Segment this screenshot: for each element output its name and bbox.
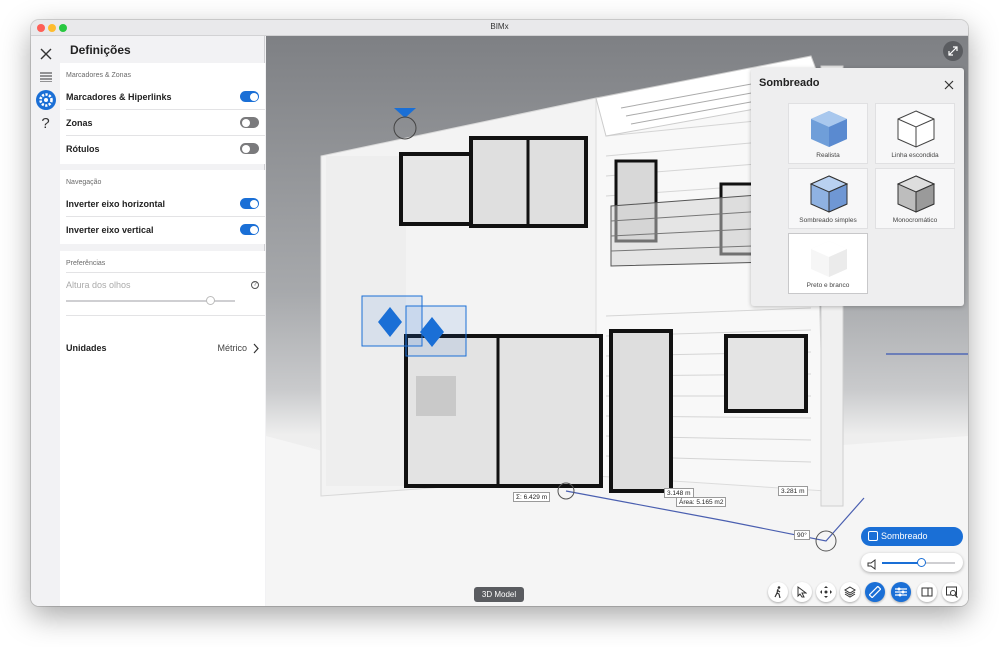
page-title: Definições <box>70 43 131 57</box>
shading-title: Sombreado <box>759 77 820 89</box>
units-label: Unidades <box>66 343 107 353</box>
search-button[interactable] <box>942 582 962 602</box>
layers-button[interactable] <box>840 582 860 602</box>
settings-panel: Definições Marcadores & Zonas Marcadores… <box>60 36 265 606</box>
labels-label: Rótulos <box>66 144 100 154</box>
cube-realistic-icon <box>811 111 847 147</box>
zones-label: Zonas <box>66 118 93 128</box>
cube-monochrome-icon <box>896 175 936 213</box>
shading-option-label: Linha escondida <box>891 152 939 159</box>
sliders-icon <box>895 587 907 597</box>
volume-slider-fill <box>882 562 920 564</box>
pointer-icon <box>797 586 807 598</box>
cube-hidden-line-icon <box>897 110 935 148</box>
units-value: Métrico <box>217 343 247 353</box>
invert-h-toggle[interactable] <box>240 198 259 209</box>
section-navigation: Navegação <box>66 179 102 186</box>
invert-v-toggle[interactable] <box>240 224 259 235</box>
measure-area-label: Área: 5.165 m2 <box>676 497 727 507</box>
shading-option-label: Preto e branco <box>806 282 850 289</box>
title-bar: BIMx <box>31 20 968 36</box>
list-icon[interactable] <box>35 66 56 87</box>
zones-toggle[interactable] <box>240 117 259 128</box>
invert-v-row[interactable]: Inverter eixo vertical <box>66 217 265 243</box>
units-row[interactable]: Unidades Métrico <box>66 335 265 361</box>
invert-h-row[interactable]: Inverter eixo horizontal <box>66 191 265 217</box>
cube-black-white-icon <box>811 241 847 277</box>
search-icon <box>946 586 958 598</box>
shading-option-hidden-line[interactable]: Linha escondida <box>875 103 955 164</box>
window-title: BIMx <box>490 22 509 31</box>
eye-height-slider[interactable] <box>66 296 235 305</box>
markers-label: Marcadores & Hiperlinks <box>66 92 172 102</box>
navigation-card: Navegação Inverter eixo horizontal Inver… <box>60 170 265 244</box>
layers-icon <box>844 586 856 598</box>
ruler-icon <box>869 586 881 598</box>
shading-option-label: Realista <box>816 152 840 159</box>
orbit-icon <box>820 586 832 598</box>
icon-rail: ? <box>31 36 60 606</box>
eye-height-row: Altura dos olhos ? <box>66 272 265 316</box>
close-icon[interactable] <box>35 43 56 64</box>
sheet-icon <box>921 587 933 597</box>
shading-option-realistic[interactable]: Realista <box>788 103 868 164</box>
shading-panel: Sombreado Realista Linha escondida Sombr… <box>751 68 964 306</box>
shading-option-monochrome[interactable]: Monocromático <box>875 168 955 229</box>
measure-sum-label: Σ: 6.429 m <box>513 492 551 502</box>
section-markers: Marcadores & Zonas <box>66 72 131 79</box>
walk-button[interactable] <box>768 582 788 602</box>
select-button[interactable] <box>792 582 812 602</box>
eye-height-label: Altura dos olhos <box>66 280 131 290</box>
shading-option-label: Monocromático <box>892 217 938 224</box>
measure-angle-label: 90° <box>794 530 810 540</box>
labels-toggle[interactable] <box>240 143 259 154</box>
volume-control[interactable] <box>861 553 963 572</box>
labels-row[interactable]: Rótulos <box>66 136 265 162</box>
mode-tag: 3D Model <box>474 587 524 602</box>
volume-slider-knob[interactable] <box>917 558 927 567</box>
shading-option-black-white[interactable]: Preto e branco <box>788 233 868 294</box>
expand-icon[interactable] <box>943 41 963 61</box>
markers-toggle[interactable] <box>240 91 259 102</box>
measure-segment-2-label: 3.281 m <box>778 486 808 496</box>
shade-button-label: Sombreado <box>881 531 928 541</box>
sheet-button[interactable] <box>917 582 937 602</box>
measure-button[interactable] <box>865 582 885 602</box>
settings-sliders-button[interactable] <box>891 582 911 602</box>
shade-mode-icon <box>868 531 878 541</box>
zones-row[interactable]: Zonas <box>66 110 265 136</box>
markers-card: Marcadores & Zonas Marcadores & Hiperlin… <box>60 63 265 164</box>
cube-simple-icon <box>809 175 849 213</box>
section-preferences: Preferências <box>66 260 106 267</box>
gear-icon[interactable] <box>35 89 56 110</box>
volume-slider-track[interactable] <box>882 558 955 567</box>
markers-row[interactable]: Marcadores & Hiperlinks <box>66 84 265 110</box>
shade-button[interactable]: Sombreado <box>861 527 963 546</box>
invert-h-label: Inverter eixo horizontal <box>66 199 166 209</box>
shading-option-simple[interactable]: Sombreado simples <box>788 168 868 229</box>
info-icon[interactable]: ? <box>251 281 259 289</box>
preferences-card: Preferências Altura dos olhos ? Unidades… <box>60 251 265 606</box>
chevron-right-icon <box>253 341 259 359</box>
eye-height-slider-knob[interactable] <box>205 296 215 305</box>
orbit-button[interactable] <box>816 582 836 602</box>
invert-v-label: Inverter eixo vertical <box>66 225 154 235</box>
speaker-icon <box>867 557 878 575</box>
walk-icon <box>774 586 781 598</box>
help-icon[interactable]: ? <box>35 113 56 134</box>
close-icon[interactable] <box>944 77 954 95</box>
shading-option-label: Sombreado simples <box>799 217 857 224</box>
